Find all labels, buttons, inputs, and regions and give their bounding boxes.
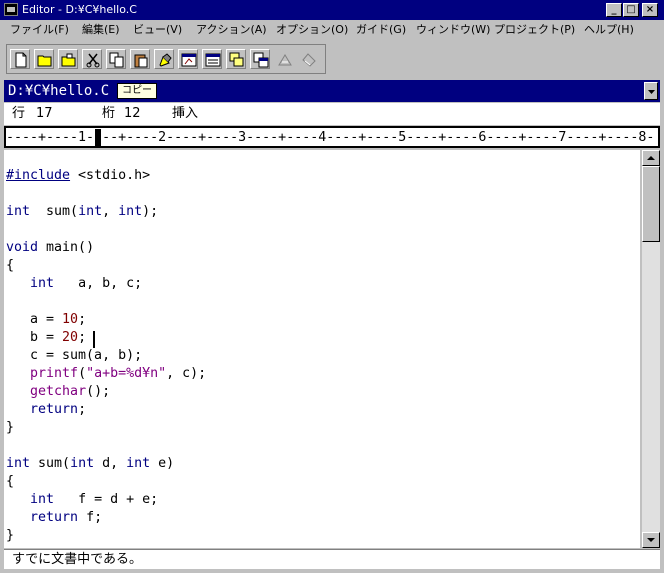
menu-window[interactable]: ウィンドウ(W) bbox=[416, 23, 490, 37]
paste-button[interactable] bbox=[130, 49, 150, 69]
cut-button[interactable] bbox=[82, 49, 102, 69]
chevron-down-icon bbox=[648, 90, 655, 94]
save-folder-icon bbox=[61, 53, 76, 67]
tile-button[interactable] bbox=[250, 49, 270, 69]
menu-option[interactable]: オプション(O) bbox=[276, 23, 348, 37]
code-line[interactable]: { bbox=[6, 257, 14, 275]
menu-action[interactable]: アクション(A) bbox=[196, 23, 267, 37]
code-line[interactable]: return f; bbox=[6, 509, 102, 527]
new-file-icon bbox=[15, 52, 27, 68]
cascade-button[interactable] bbox=[226, 49, 246, 69]
code-line[interactable]: void main() bbox=[6, 239, 94, 257]
menu-project[interactable]: プロジェクト(P) bbox=[494, 23, 575, 37]
save-button[interactable] bbox=[58, 49, 78, 69]
toolbar bbox=[6, 44, 326, 74]
menu-help[interactable]: ヘルプ(H) bbox=[584, 23, 634, 37]
debug-icon bbox=[302, 53, 316, 67]
code-line[interactable]: b = 20; bbox=[6, 329, 86, 347]
run-button[interactable] bbox=[274, 49, 294, 69]
copy-tooltip: コピー bbox=[117, 83, 157, 99]
copy-icon bbox=[109, 52, 124, 68]
highlight-button[interactable] bbox=[154, 49, 174, 69]
file-path: D:¥C¥hello.C bbox=[8, 83, 110, 99]
code-line[interactable]: int sum(int d, int e) bbox=[6, 455, 174, 473]
code-line[interactable]: { bbox=[6, 473, 14, 491]
cascade-icon bbox=[229, 52, 244, 67]
arrow-down-icon bbox=[647, 538, 655, 542]
file-dropdown-button[interactable] bbox=[644, 82, 658, 100]
minimize-button[interactable]: _ bbox=[606, 3, 622, 17]
text-caret bbox=[93, 331, 95, 348]
code-line[interactable]: int sum(int, int); bbox=[6, 203, 158, 221]
line-label: 行 bbox=[12, 106, 26, 121]
code-line[interactable]: int f = d + e; bbox=[6, 491, 158, 509]
column-value: 12 bbox=[124, 106, 141, 121]
code-line[interactable]: #include <stdio.h> bbox=[6, 167, 150, 185]
highlight-icon bbox=[159, 53, 172, 67]
compile-button[interactable] bbox=[178, 49, 198, 69]
code-line[interactable]: printf("a+b=%d¥n", c); bbox=[6, 365, 206, 383]
close-button[interactable]: × bbox=[642, 3, 658, 17]
menu-bar: ファイル(F) 編集(E) ビュー(V) アクション(A) オプション(O) ガ… bbox=[0, 20, 664, 40]
code-line[interactable]: c = sum(a, b); bbox=[6, 347, 142, 365]
column-ruler: ----+----1----+----2----+----3----+----4… bbox=[4, 126, 660, 148]
line-value: 17 bbox=[36, 106, 53, 121]
menu-file[interactable]: ファイル(F) bbox=[10, 23, 69, 37]
status-message: すでに文書中である。 bbox=[12, 552, 143, 567]
open-folder-icon bbox=[37, 55, 52, 67]
cursor-position-row: 行 17 桁 12 挿入 bbox=[4, 103, 660, 125]
code-line[interactable]: return; bbox=[6, 401, 86, 419]
ruler-scale: ----+----1----+----2----+----3----+----4… bbox=[6, 130, 655, 145]
scroll-up-button[interactable] bbox=[642, 150, 660, 166]
copy-button[interactable] bbox=[106, 49, 126, 69]
run-icon bbox=[278, 54, 292, 66]
new-file-button[interactable] bbox=[10, 49, 30, 69]
insert-mode: 挿入 bbox=[172, 106, 199, 121]
title-bar[interactable]: Editor - D:¥C¥hello.C _ □ × bbox=[0, 0, 664, 20]
open-button[interactable] bbox=[34, 49, 54, 69]
window-title: Editor - D:¥C¥hello.C bbox=[22, 3, 137, 16]
ruler-cursor bbox=[95, 129, 101, 146]
code-line[interactable]: getchar(); bbox=[6, 383, 110, 401]
column-label: 桁 bbox=[102, 106, 116, 121]
window-icon bbox=[205, 53, 221, 67]
scroll-down-button[interactable] bbox=[642, 532, 660, 548]
code-line[interactable]: int a, b, c; bbox=[6, 275, 142, 293]
arrow-up-icon bbox=[647, 156, 655, 160]
debug-button[interactable] bbox=[298, 49, 318, 69]
window-button[interactable] bbox=[202, 49, 222, 69]
status-bar: すでに文書中である。 bbox=[4, 549, 660, 569]
code-editor[interactable]: #include <stdio.h> int sum(int, int); void… bbox=[4, 150, 640, 548]
compile-icon bbox=[181, 53, 197, 67]
maximize-button[interactable]: □ bbox=[623, 3, 639, 17]
vertical-scrollbar[interactable] bbox=[642, 150, 660, 548]
menu-edit[interactable]: 編集(E) bbox=[82, 23, 120, 37]
file-path-bar[interactable]: D:¥C¥hello.C コピー bbox=[4, 80, 660, 102]
menu-guide[interactable]: ガイド(G) bbox=[356, 23, 406, 37]
menu-view[interactable]: ビュー(V) bbox=[133, 23, 182, 37]
scroll-thumb[interactable] bbox=[642, 166, 660, 242]
app-icon[interactable] bbox=[4, 3, 18, 16]
code-line[interactable]: a = 10; bbox=[6, 311, 86, 329]
cut-icon bbox=[86, 53, 100, 68]
code-line[interactable]: } bbox=[6, 527, 14, 545]
tile-icon bbox=[253, 52, 269, 68]
paste-icon bbox=[134, 54, 148, 68]
code-line[interactable]: } bbox=[6, 419, 14, 437]
